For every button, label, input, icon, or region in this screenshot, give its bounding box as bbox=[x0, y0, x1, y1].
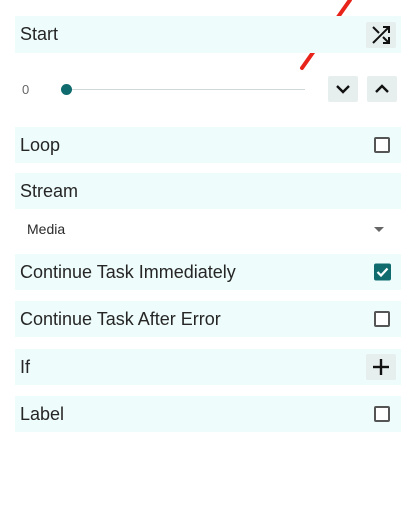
stream-select[interactable]: Media bbox=[15, 212, 401, 246]
label-row[interactable]: Label bbox=[15, 396, 401, 432]
checkmark-icon bbox=[376, 267, 389, 278]
slider-thumb[interactable] bbox=[61, 84, 72, 95]
continue-immediately-row[interactable]: Continue Task Immediately bbox=[15, 254, 401, 290]
continue-after-error-row[interactable]: Continue Task After Error bbox=[15, 301, 401, 337]
dropdown-caret-icon bbox=[374, 227, 384, 232]
loop-row[interactable]: Loop bbox=[15, 127, 401, 163]
if-row: If bbox=[15, 349, 401, 385]
stream-label: Stream bbox=[20, 180, 79, 201]
slider-value: 0 bbox=[22, 82, 30, 97]
label-option-label: Label bbox=[20, 403, 65, 424]
shuffle-icon bbox=[372, 25, 390, 44]
chevron-up-icon bbox=[375, 84, 389, 93]
continue-immediately-label: Continue Task Immediately bbox=[20, 261, 236, 282]
stream-selected-value: Media bbox=[27, 221, 66, 237]
loop-label: Loop bbox=[20, 134, 61, 155]
start-row: Start bbox=[15, 16, 401, 53]
start-label: Start bbox=[20, 24, 59, 44]
start-slider-row: 0 bbox=[15, 72, 401, 108]
slider-track[interactable] bbox=[67, 89, 305, 90]
chevron-down-icon bbox=[336, 85, 350, 94]
add-condition-button[interactable] bbox=[366, 354, 396, 380]
stream-row: Stream bbox=[15, 173, 401, 209]
shuffle-button[interactable] bbox=[366, 21, 396, 48]
continue-after-error-label: Continue Task After Error bbox=[20, 308, 221, 329]
decrement-button[interactable] bbox=[328, 76, 358, 102]
continue-immediately-checkbox[interactable] bbox=[374, 263, 391, 281]
if-label: If bbox=[20, 356, 31, 377]
loop-checkbox[interactable] bbox=[374, 137, 390, 153]
continue-after-error-checkbox[interactable] bbox=[374, 311, 390, 327]
plus-icon bbox=[373, 359, 389, 375]
increment-button[interactable] bbox=[367, 76, 397, 102]
label-checkbox[interactable] bbox=[374, 406, 390, 422]
